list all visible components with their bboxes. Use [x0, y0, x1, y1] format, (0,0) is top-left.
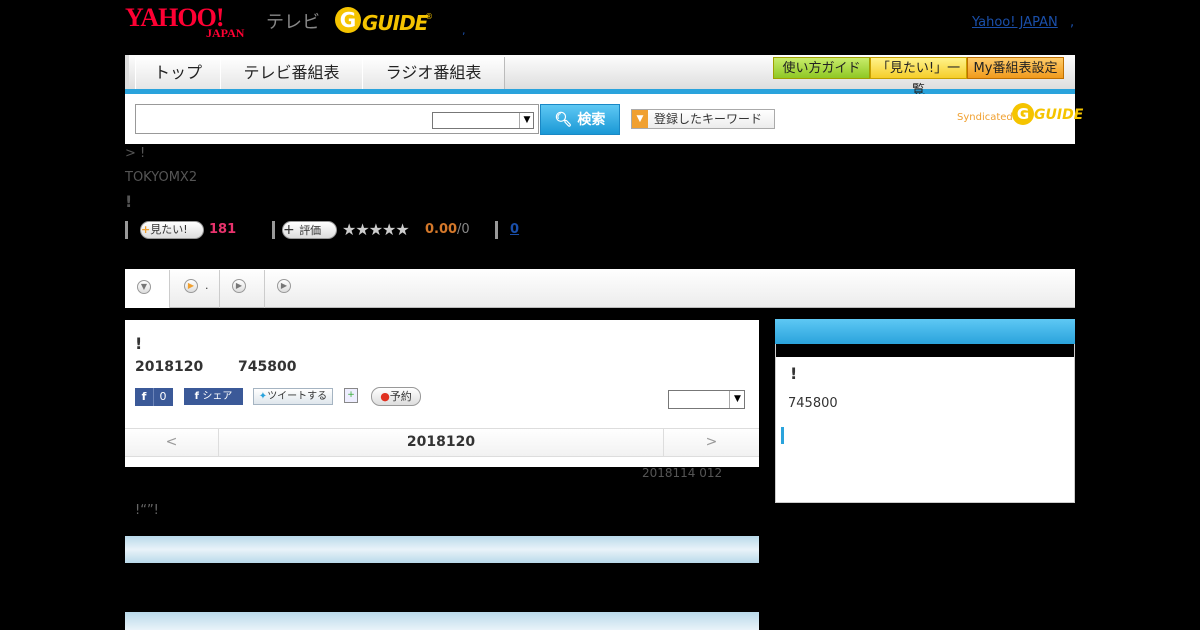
gguide-g-icon[interactable]: G — [335, 7, 361, 33]
tab-tv-listings[interactable]: テレビ番組表 — [220, 57, 363, 89]
gguide-logo[interactable]: GUIDE — [362, 11, 428, 35]
add-calendar-icon[interactable]: + — [344, 388, 358, 403]
tab-top[interactable]: トップ — [135, 57, 221, 89]
side-panel-accent — [781, 427, 784, 444]
syndicated-guide-logo: GUIDE — [1034, 107, 1084, 123]
yahoo-logo-japan: JAPAN — [206, 26, 245, 40]
rating-count: /0 — [457, 222, 470, 237]
my-listings-settings-button[interactable]: My番組表設定 — [967, 57, 1064, 79]
detail-time: 745800 — [238, 359, 297, 375]
want-to-watch-label: 見たい! — [150, 223, 188, 236]
facebook-share-button[interactable]: f シェア — [184, 388, 243, 405]
content-tab-2[interactable]: ▶ . — [170, 270, 220, 308]
content-tab-label: . — [205, 279, 209, 292]
pager-prev-button[interactable]: < — [125, 428, 219, 457]
dropdown-arrow-icon: ▼ — [632, 110, 648, 128]
play-icon: ▶ — [184, 279, 198, 293]
search-button-label: 検索 — [577, 112, 606, 128]
comment-count-link[interactable]: 0 — [510, 222, 519, 237]
section-header-bar — [125, 612, 759, 630]
divider — [125, 221, 128, 239]
content-tab-3[interactable]: ▶ — [220, 270, 265, 308]
tab-radio-listings[interactable]: ラジオ番組表 — [362, 57, 505, 89]
detail-date: 2018120 — [135, 359, 204, 375]
content-tab-1[interactable]: ▼ — [125, 270, 170, 308]
facebook-share-label: シェア — [202, 391, 233, 402]
reserve-label: 予約 — [389, 390, 412, 403]
breadcrumb[interactable]: > ! — [125, 146, 145, 161]
divider — [272, 221, 275, 239]
want-to-watch-button[interactable]: +見たい! — [140, 221, 204, 239]
header-separator: , — [462, 24, 466, 37]
registered-keywords-button[interactable]: ▼ 登録したキーワード — [631, 109, 775, 129]
tweet-button[interactable]: ✦ツイートする — [253, 388, 333, 405]
yahoo-japan-link[interactable]: Yahoo! JAPAN — [972, 15, 1058, 30]
rate-label: 評価 — [299, 224, 322, 237]
chevron-down-icon[interactable]: ▼ — [519, 113, 534, 128]
section-header-bar — [125, 536, 759, 563]
watch-count: 181 — [209, 222, 237, 237]
side-panel-strip — [776, 344, 1074, 357]
plus-icon: + — [141, 223, 151, 236]
rating-value: 0.00 — [425, 222, 458, 237]
pager-current-date: 2018120 — [406, 434, 476, 450]
play-icon: ▶ — [232, 279, 246, 293]
facebook-icon: f — [135, 388, 154, 406]
content-tab-4[interactable]: ▶ — [265, 270, 305, 308]
record-dot-icon: ● — [380, 390, 390, 403]
registered-mark: ® — [425, 12, 433, 21]
dropdown-icon: ▼ — [137, 280, 151, 294]
rate-button[interactable]: + 評価 — [282, 221, 337, 239]
watchlist-button[interactable]: 「見たい!」一覧 — [870, 57, 967, 98]
tweet-label: ツイートする — [267, 391, 328, 402]
registered-keywords-label: 登録したキーワード — [654, 112, 763, 126]
facebook-like-button[interactable]: f0 — [135, 388, 173, 406]
side-panel-title: ! — [790, 364, 798, 383]
play-icon: ▶ — [277, 279, 291, 293]
tv-logo-text[interactable]: テレビ — [266, 8, 320, 34]
channel-name: TOKYOMX2 — [125, 170, 198, 185]
chevron-down-icon[interactable]: ▼ — [729, 391, 745, 408]
rating-stars: ★★★★★ — [342, 220, 410, 239]
facebook-like-count: 0 — [159, 390, 167, 403]
side-panel-time: 745800 — [788, 396, 838, 411]
divider — [495, 221, 498, 239]
reserve-button[interactable]: ●予約 — [371, 387, 421, 406]
usage-guide-button[interactable]: 使い方ガイド — [773, 57, 870, 79]
twitter-bird-icon: ✦ — [258, 391, 268, 402]
header-trailing-separator: , — [1070, 15, 1075, 30]
plus-icon: + — [283, 222, 300, 238]
search-icon: 🔍︎ — [554, 112, 578, 128]
program-description: !“”! — [135, 503, 159, 518]
program-title: ! — [125, 192, 133, 211]
syndicated-g-icon: G — [1012, 103, 1034, 125]
pager-next-button[interactable]: > — [663, 428, 759, 457]
side-panel-header — [775, 319, 1075, 344]
syndicated-label: Syndicated — [957, 112, 1013, 123]
updated-timestamp: 2018114 012 — [642, 466, 723, 480]
search-button[interactable]: 🔍︎ 検索 — [540, 104, 620, 135]
detail-title: ! — [135, 334, 143, 353]
